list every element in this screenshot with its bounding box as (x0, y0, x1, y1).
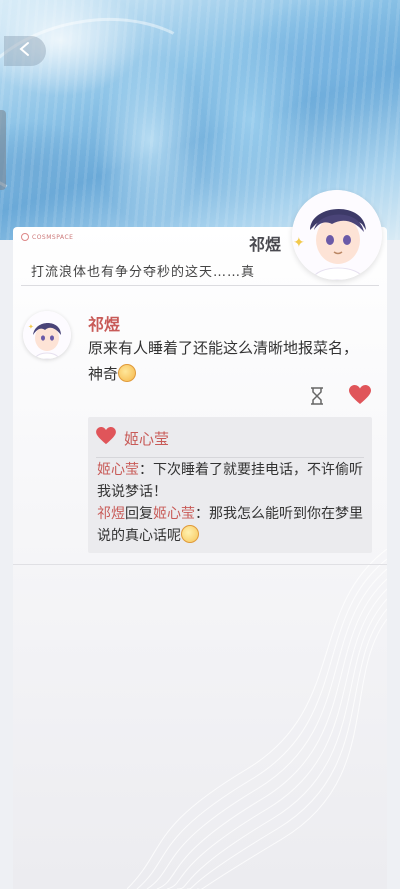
reply-connector: 回复 (125, 506, 153, 522)
post-author-name[interactable]: 祁煜 (249, 231, 281, 255)
hourglass-icon[interactable] (309, 387, 325, 405)
smiling-face-emoji-icon (118, 364, 137, 382)
chevron-left-icon (17, 41, 33, 61)
wave-decoration (127, 548, 387, 889)
reply-item[interactable]: 祁煜回复姬心莹：那我怎么能听到你在梦里说的真心话呢 (97, 503, 365, 547)
divider (13, 564, 387, 565)
divider (96, 457, 364, 458)
logo-icon (21, 233, 29, 241)
commenter-name[interactable]: 祁煜 (88, 311, 120, 335)
post-card: COSMSPACE 祁煜 ✦ 打流浪体也有争分夺秒的这天……真 ✦ 祁煜 原来有… (13, 190, 387, 889)
divider (21, 285, 379, 286)
laughing-face-emoji-icon (181, 525, 199, 543)
reply-list: 姬心莹：下次睡着了就要挂电话，不许偷听我说梦话！ 祁煜回复姬心莹：那我怎么能听到… (97, 459, 365, 547)
logo-text: COSMSPACE (32, 233, 74, 241)
app-logo: COSMSPACE (21, 233, 73, 241)
post-author-avatar[interactable] (292, 190, 382, 280)
svg-text:✦: ✦ (28, 323, 34, 331)
comment-text: 原来有人睡着了还能这么清晰地报菜名，神奇 (88, 335, 368, 387)
reply-item[interactable]: 姬心莹：下次睡着了就要挂电话，不许偷听我说梦话！ (97, 459, 365, 503)
reply-target[interactable]: 姬心莹 (153, 506, 195, 522)
reply-author[interactable]: 姬心莹 (97, 462, 139, 478)
reply-author[interactable]: 祁煜 (97, 506, 125, 522)
liker-name[interactable]: 姬心莹 (124, 428, 169, 449)
heart-icon[interactable] (349, 385, 371, 405)
post-title[interactable]: 打流浪体也有争分夺秒的这天……真 (31, 261, 255, 280)
edge-handle[interactable] (0, 110, 6, 190)
likers-row: 姬心莹 (96, 427, 169, 449)
sparkle-icon: ✦ (293, 235, 305, 251)
commenter-avatar[interactable]: ✦ (23, 311, 71, 359)
background-swirl (0, 0, 236, 226)
back-button[interactable] (4, 36, 46, 66)
replies-box: 姬心莹 姬心莹：下次睡着了就要挂电话，不许偷听我说梦话！ 祁煜回复姬心莹：那我怎… (88, 417, 372, 553)
heart-icon (96, 427, 116, 449)
